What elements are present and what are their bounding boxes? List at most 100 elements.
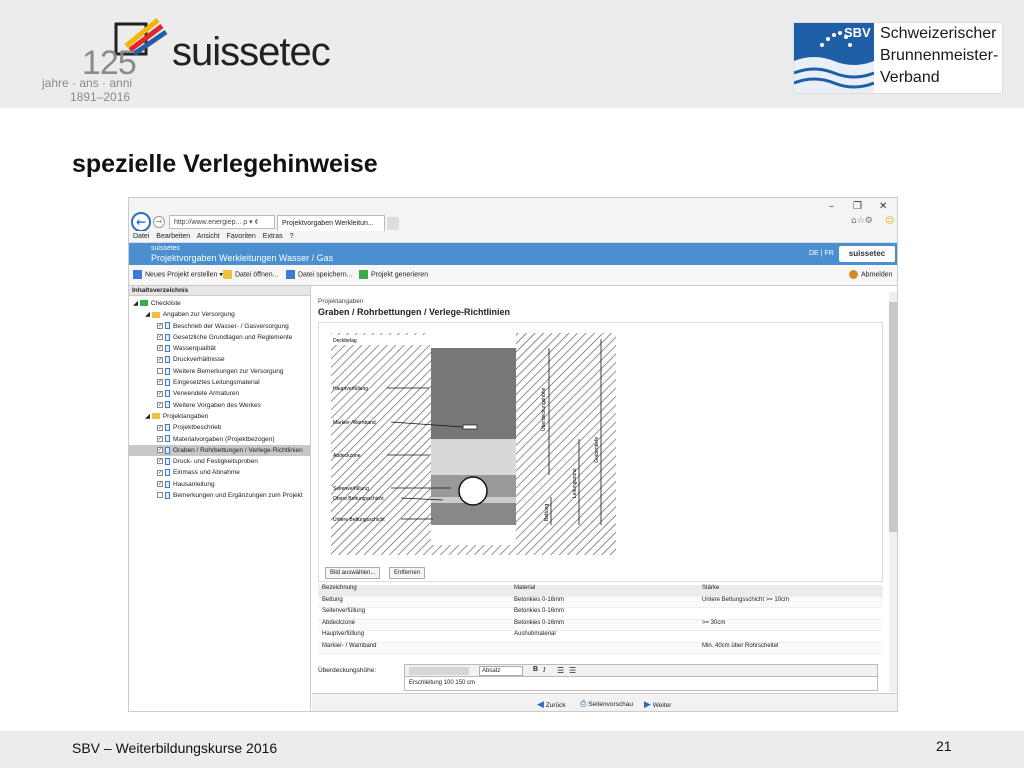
checkbox[interactable]: ✓	[157, 481, 163, 488]
checkbox[interactable]: ✓	[157, 379, 163, 386]
menu-bearbeiten[interactable]: Bearbeiten	[156, 233, 190, 240]
minimize-icon[interactable]: –	[829, 201, 834, 212]
table-row[interactable]: Hauptverfüllung Aushubmaterial	[318, 631, 883, 643]
back-button[interactable]: ◀ Zurück	[537, 699, 566, 710]
label-untere: Untere Bettungsschicht	[333, 517, 385, 523]
sidebar-item[interactable]: Weitere Bemerkungen zur Versorgung	[129, 366, 310, 377]
table-cell: Hauptverfüllung	[322, 631, 365, 637]
sidebar-item[interactable]: ✓ Graben / Rohrbettungen / Verlege-Richtl…	[129, 444, 310, 457]
slide: 125 suissetec jahre · ans · anni 1891–20…	[0, 0, 1024, 768]
open-file-button[interactable]: Datei öffnen...	[223, 270, 278, 279]
italic-icon[interactable]: I	[543, 666, 545, 674]
sidebar-item[interactable]: ✓ Beschrieb der Wasser- / Gasversorgung	[129, 321, 310, 332]
checkbox[interactable]	[157, 492, 163, 499]
menu-ansicht[interactable]: Ansicht	[197, 233, 220, 240]
remove-image-button[interactable]: Entfernen	[389, 567, 426, 579]
logout-label: Abmelden	[861, 271, 893, 279]
sidebar-item[interactable]: ◢ Checkliste	[129, 298, 310, 309]
checkbox[interactable]: ✓	[157, 458, 163, 465]
editor-textarea[interactable]: Erschleitung 100 150 cm	[404, 677, 878, 691]
table-row[interactable]: Bettung Betonkies 0-16mm Untere Bettungssc…	[318, 596, 883, 608]
checkbox[interactable]: ✓	[157, 469, 163, 476]
checkbox[interactable]: ✓	[157, 424, 163, 431]
new-project-label: Neues Projekt erstellen ▾	[145, 271, 223, 279]
editor-tool-icons[interactable]	[409, 667, 469, 675]
generate-project-button[interactable]: Projekt generieren	[359, 270, 428, 279]
sidebar-item[interactable]: ✓ Materialvorgaben (Projektbezogen)	[129, 434, 310, 445]
address-bar[interactable]: http://www.energiep... ρ ▾ ¢	[169, 215, 275, 229]
expand-arrow-icon[interactable]: ◢	[133, 300, 138, 307]
logout-button[interactable]: Abmelden	[849, 270, 893, 279]
folder-open-icon	[223, 270, 232, 279]
choose-image-button[interactable]: Bild auswählen...	[325, 567, 381, 579]
sidebar-item[interactable]: ✓ Verwendete Armaturen	[129, 388, 310, 399]
table-cell	[698, 631, 883, 642]
menu-extras[interactable]: Extras	[263, 233, 283, 240]
checkbox[interactable]: ✓	[157, 435, 163, 442]
numbered-list-icon[interactable]: ☰	[569, 666, 576, 675]
checkbox[interactable]: ✓	[157, 345, 163, 352]
sidebar-item[interactable]: Bemerkungen und Ergänzungen zum Projekt	[129, 490, 310, 501]
bullet-list-icon[interactable]: ☰	[557, 666, 564, 675]
label-bettung: Bettung	[544, 504, 550, 521]
smiley-icon[interactable]: ☺	[885, 216, 894, 226]
sidebar-item[interactable]: ✓ Druck- und Festigkeitsproben	[129, 456, 310, 467]
close-icon[interactable]: ✕	[879, 201, 887, 212]
language-switch[interactable]: DE | FR	[809, 250, 834, 257]
app-screenshot: ← → http://www.energiep... ρ ▾ ¢ Projekt…	[128, 197, 898, 712]
table-cell: Abdeckzone	[322, 619, 356, 626]
sidebar-item[interactable]: ✓ Weitere Vorgaben des Werkes	[129, 400, 310, 411]
checkbox[interactable]: ✓	[157, 322, 163, 329]
save-file-button[interactable]: Datei speichern...	[286, 270, 352, 279]
col-staerke: Stärke	[702, 585, 720, 591]
sidebar-item-label: Graben / Rohrbettungen / Verlege-Richtli…	[173, 446, 303, 454]
checkbox[interactable]: ✓	[157, 334, 163, 341]
sidebar-item[interactable]: ✓ Druckverhältnisse	[129, 354, 310, 365]
back-arrow-icon[interactable]: ←	[131, 212, 151, 232]
checkbox[interactable]: ✓	[157, 447, 163, 454]
checkbox[interactable]: ✓	[157, 390, 163, 397]
bold-icon[interactable]: B	[533, 666, 538, 673]
expand-arrow-icon[interactable]: ◢	[145, 413, 150, 420]
next-button[interactable]: ▶ Weiter	[644, 699, 671, 710]
editor-label: Überdeckungshöhe:	[318, 667, 377, 674]
browser-tab[interactable]: Projektvorgaben Werkleitun...	[277, 215, 385, 231]
sidebar-item[interactable]: ✓ Hausanleitung	[129, 479, 310, 490]
forward-arrow-icon[interactable]: →	[153, 216, 165, 228]
menu-favoriten[interactable]: Favoriten	[227, 233, 256, 240]
restore-icon[interactable]: ❐	[853, 201, 862, 212]
table-row[interactable]: Markier- / Warnband Min. 40cm über Rohrsc…	[318, 642, 883, 654]
expand-arrow-icon[interactable]: ◢	[145, 311, 150, 318]
menu-help[interactable]: ?	[290, 233, 294, 240]
checkbox[interactable]: ✓	[157, 356, 163, 363]
sbv-line1: Schweizerischer	[880, 25, 997, 42]
sidebar-item[interactable]: ✓ Projektbeschrieb	[129, 422, 310, 433]
home-star-gear-icons[interactable]: ⌂☆⚙	[851, 216, 873, 226]
cover-zone	[431, 439, 516, 475]
scrollbar-thumb[interactable]	[889, 302, 897, 532]
generate-icon	[359, 270, 368, 279]
sidebar-item[interactable]: ✓ Einmass und Abnahme	[129, 467, 310, 478]
new-tab-button[interactable]	[387, 217, 399, 230]
sidebar-item-label: Weitere Bemerkungen zur Versorgung	[173, 367, 284, 375]
table-body: Bettung Betonkies 0-16mm Untere Bettungssc…	[318, 596, 883, 654]
sidebar-item-label: Verwendete Armaturen	[173, 390, 240, 398]
sidebar-item[interactable]: ✓ Wasserqualität	[129, 343, 310, 354]
sidebar-item[interactable]: ◢ Projektangaben	[129, 411, 310, 422]
checkbox[interactable]: ✓	[157, 401, 163, 408]
sidebar-item[interactable]: ✓ Gesetzliche Grundlagen und Reglemente	[129, 332, 310, 343]
checkbox[interactable]	[157, 368, 163, 375]
preview-button[interactable]: ⎙ Seitenvorschau	[580, 699, 633, 709]
sidebar-item[interactable]: ✓ Eingesetztes Leitungsmaterial	[129, 377, 310, 388]
table-row[interactable]: Seitenverfüllung Betonkies 0-16mm	[318, 608, 883, 620]
new-project-button[interactable]: Neues Projekt erstellen ▾	[133, 270, 223, 279]
format-select[interactable]: Absatz	[479, 666, 523, 676]
document-icon	[165, 424, 170, 432]
table-row[interactable]: Abdeckzone Betonkies 0-16mm >= 30cm	[318, 619, 883, 631]
content-scrollbar[interactable]	[889, 292, 897, 692]
sidebar-item[interactable]: ◢ Angaben zur Versorgung	[129, 309, 310, 320]
sidebar-item-label: Hausanleitung	[173, 480, 215, 488]
sidebar-item-label: Einmass und Abnahme	[173, 469, 240, 477]
menu-datei[interactable]: Datei	[133, 233, 149, 240]
sidebar-item-label: Materialvorgaben (Projektbezogen)	[173, 435, 275, 443]
